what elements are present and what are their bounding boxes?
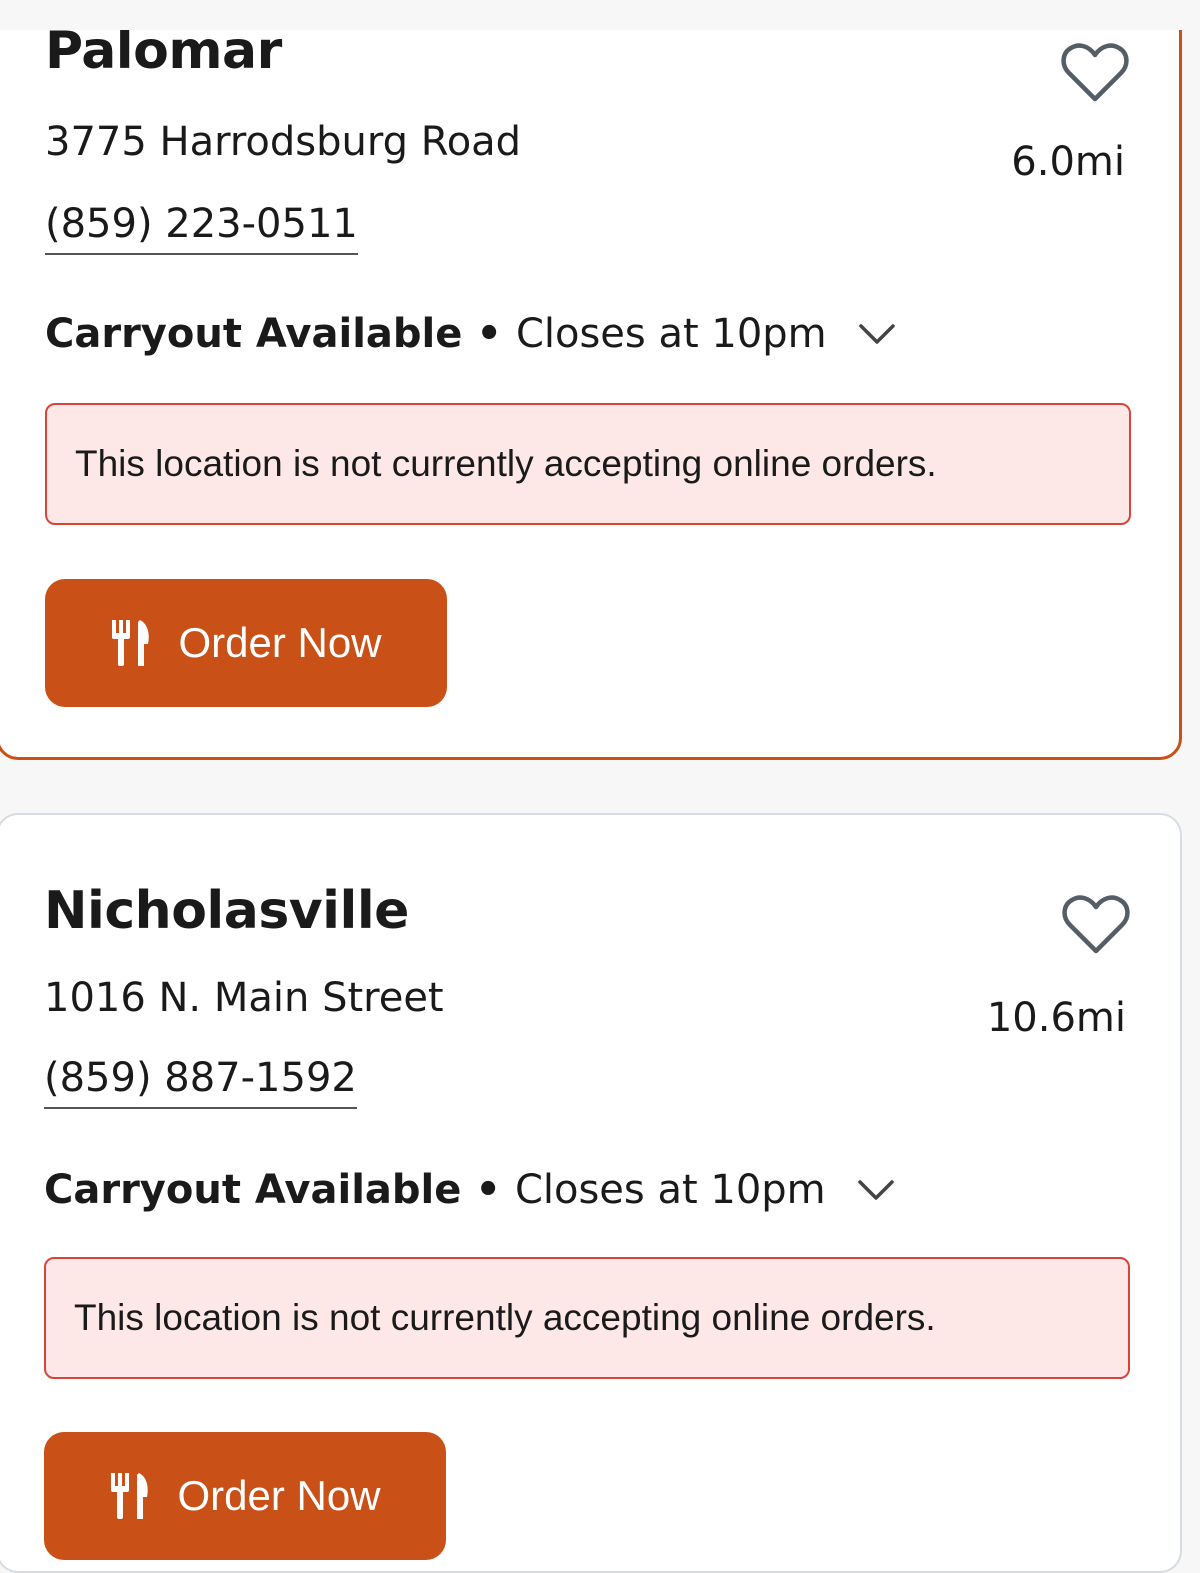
order-now-label: Order Now — [178, 619, 382, 666]
phone-link[interactable]: (859) 223-0511 — [45, 201, 358, 255]
carryout-status: Carryout Available — [44, 1167, 462, 1213]
hours-toggle[interactable]: Carryout Available • Closes at 10pm — [44, 1167, 896, 1213]
location-address: 3775 Harrodsburg Road — [45, 119, 522, 165]
top-bar — [0, 0, 1200, 30]
heart-icon[interactable] — [1062, 895, 1130, 957]
distance-label: 6.0mi — [1011, 139, 1125, 185]
order-now-button[interactable]: Order Now — [44, 1432, 446, 1560]
online-order-notice: This location is not currently accepting… — [45, 403, 1131, 525]
utensils-icon — [111, 1473, 149, 1519]
carryout-status: Carryout Available — [45, 311, 463, 357]
separator: • — [475, 1167, 501, 1213]
phone-link[interactable]: (859) 887-1592 — [44, 1055, 357, 1109]
closing-time: Closes at 10pm — [514, 1167, 826, 1213]
online-order-notice: This location is not currently accepting… — [44, 1257, 1130, 1379]
separator: • — [476, 311, 502, 357]
hours-toggle[interactable]: Carryout Available • Closes at 10pm — [45, 311, 897, 357]
closing-time: Closes at 10pm — [515, 311, 827, 357]
location-name: Nicholasville — [44, 881, 409, 941]
utensils-icon — [112, 620, 150, 666]
location-card-nicholasville[interactable]: Nicholasville 1016 N. Main Street (859) … — [0, 813, 1182, 1573]
chevron-down-icon — [857, 1180, 894, 1200]
chevron-down-icon — [858, 324, 895, 344]
location-address: 1016 N. Main Street — [44, 975, 444, 1021]
distance-label: 10.6mi — [986, 995, 1126, 1041]
location-name: Palomar — [45, 21, 282, 81]
heart-icon[interactable] — [1061, 43, 1129, 105]
location-card-palomar[interactable]: Palomar 3775 Harrodsburg Road (859) 223-… — [0, 0, 1182, 760]
order-now-button[interactable]: Order Now — [45, 579, 447, 707]
order-now-label: Order Now — [177, 1472, 381, 1519]
